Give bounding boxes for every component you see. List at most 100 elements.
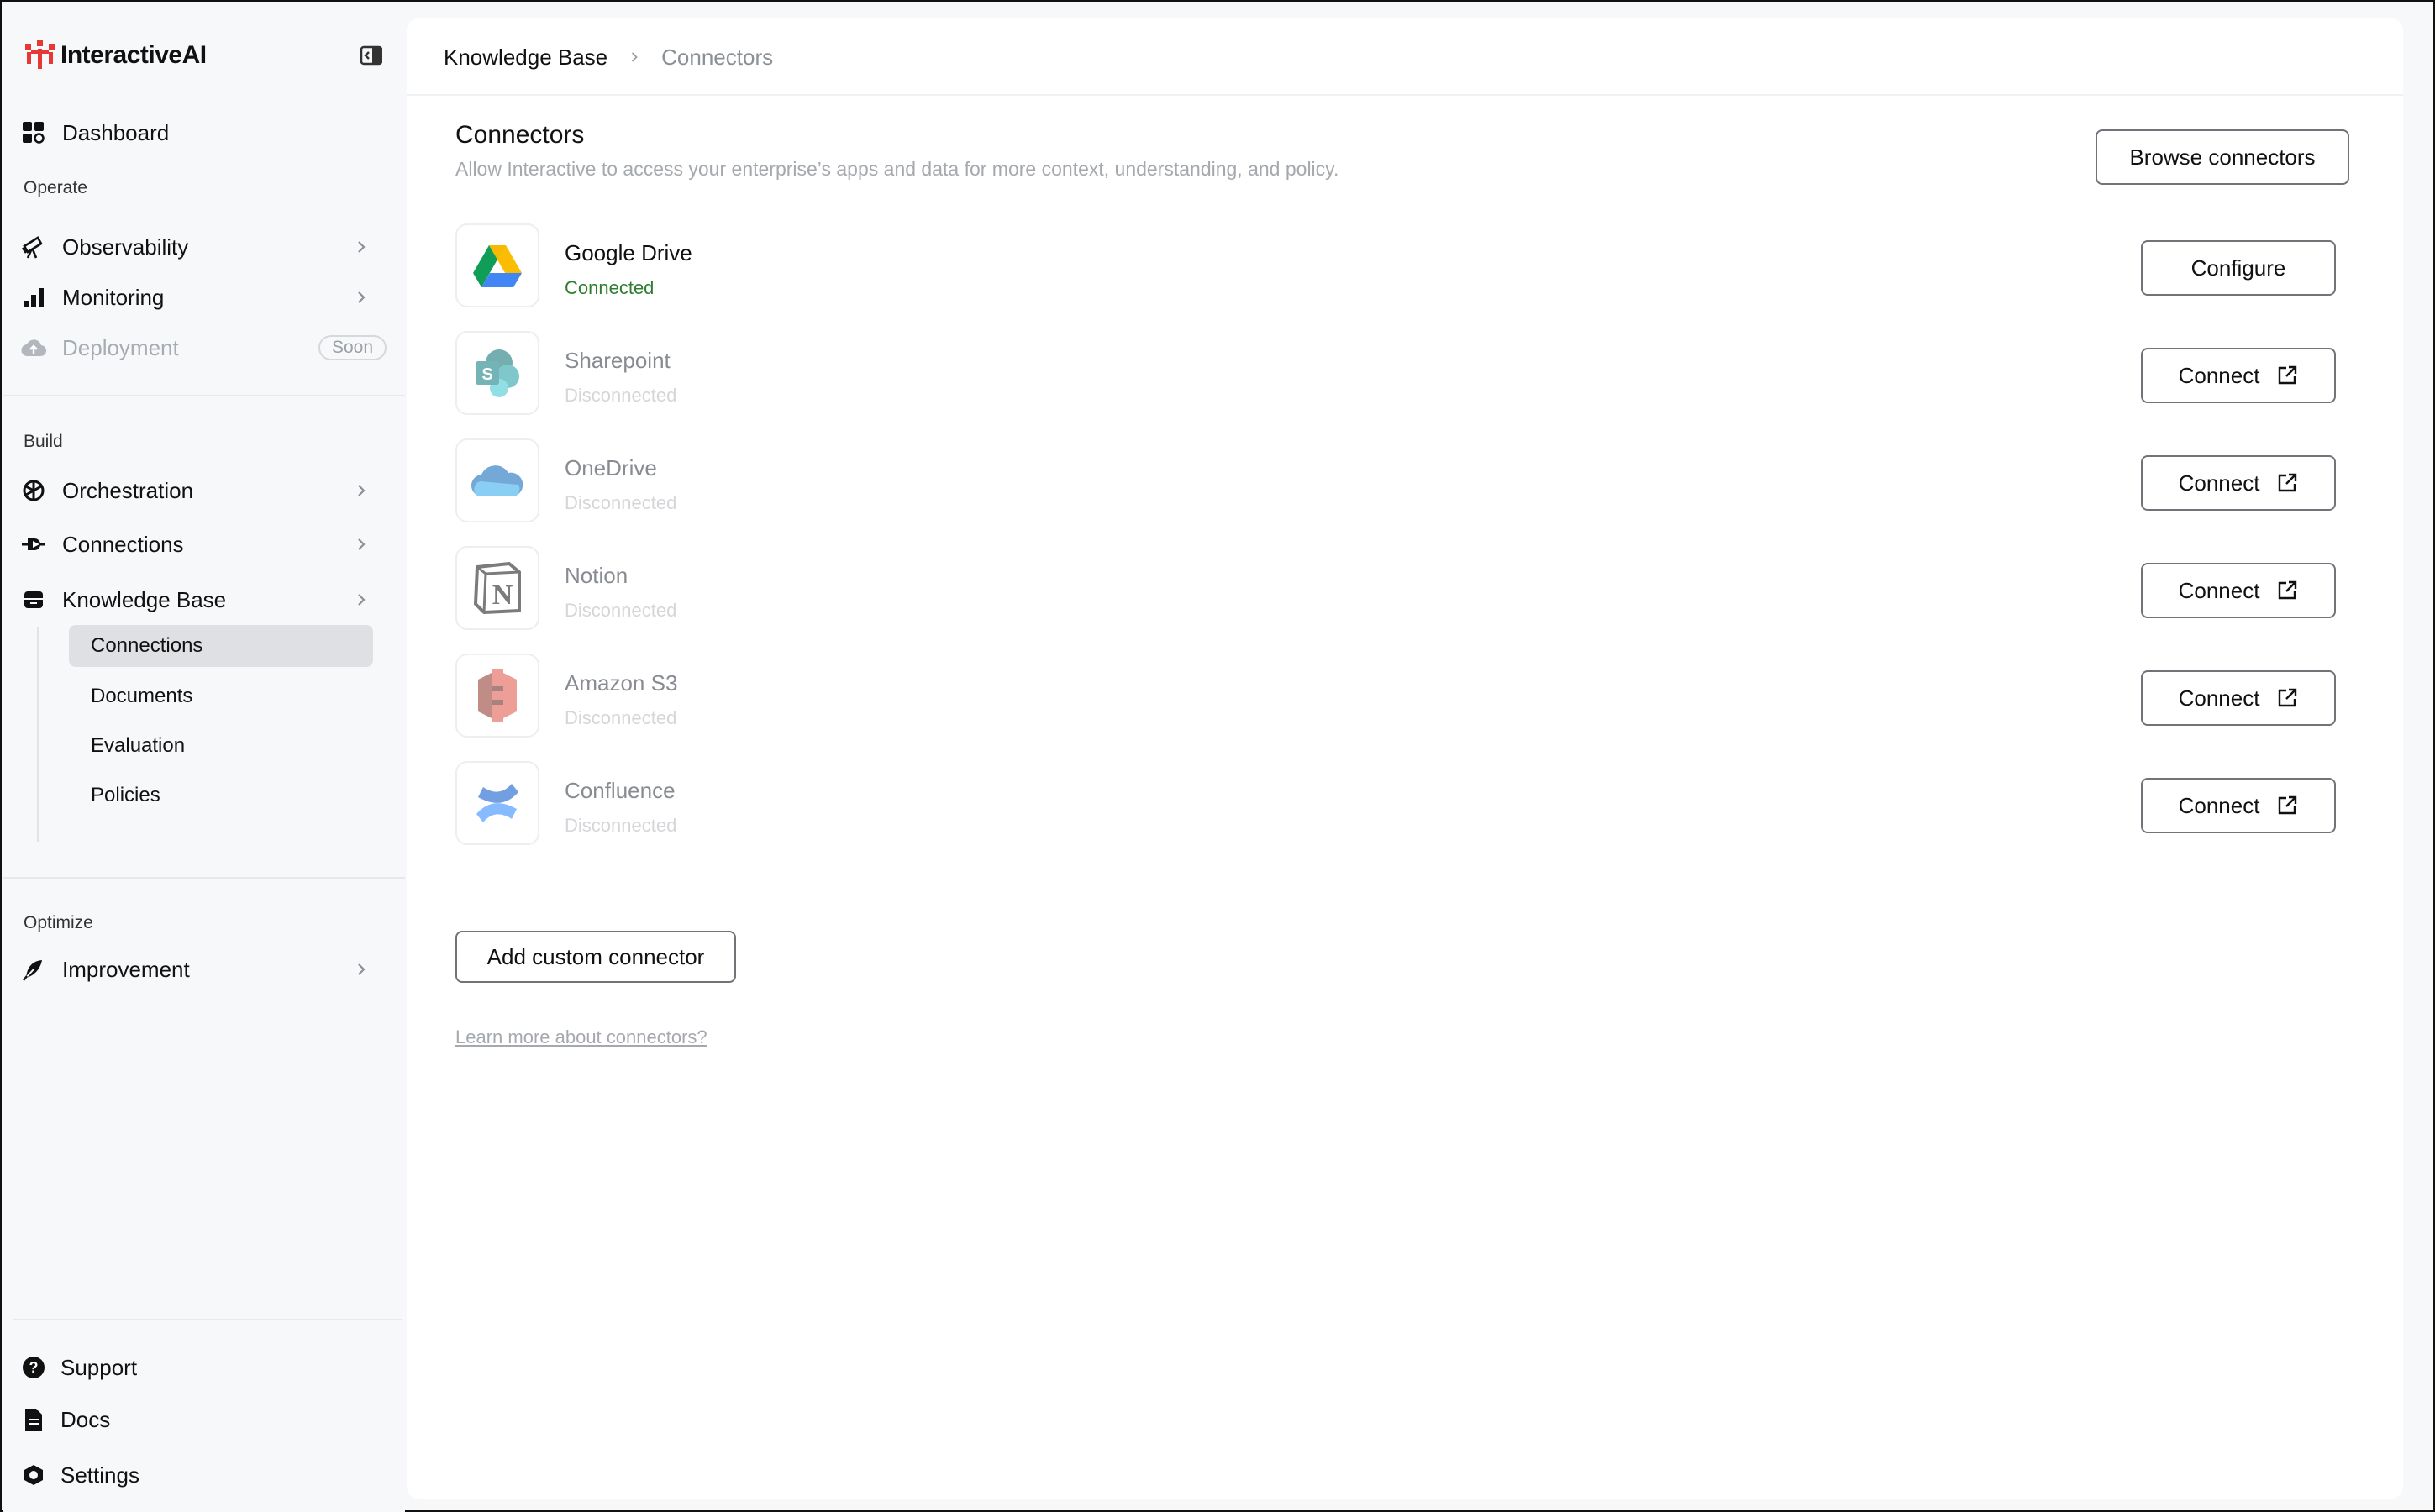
sidebar-item-knowledge-base[interactable]: Knowledge Base — [20, 580, 388, 620]
soon-badge: Soon — [318, 335, 387, 360]
sidebar-item-orchestration[interactable]: Orchestration — [20, 470, 388, 511]
chevron-right-icon — [358, 594, 366, 606]
chevron-right-icon — [358, 485, 366, 496]
learn-more-link[interactable]: Learn more about connectors? — [455, 1026, 707, 1048]
sidebar-subitem-policies[interactable]: Policies — [69, 774, 373, 816]
connector-name: Notion — [565, 563, 628, 588]
sidebar-item-label: Monitoring — [62, 284, 165, 310]
external-link-icon — [2279, 580, 2297, 600]
google-drive-icon — [455, 223, 539, 307]
sidebar-subitem-evaluation[interactable]: Evaluation — [69, 725, 373, 767]
sidebar-item-support[interactable]: ? Support — [20, 1347, 388, 1388]
connector-row-notion: N Notion Disconnected Connect — [455, 546, 2338, 632]
bar-chart-icon — [20, 284, 47, 311]
connect-button[interactable]: Connect — [2141, 348, 2336, 403]
feather-icon — [20, 956, 47, 983]
dashboard-grid-icon — [20, 119, 47, 146]
sidebar-item-settings[interactable]: Settings — [20, 1455, 388, 1495]
page-title: Connectors — [455, 121, 585, 149]
connector-row-amazon-s3: Amazon S3 Disconnected Connect — [455, 654, 2338, 739]
sidebar-divider — [3, 395, 405, 396]
chevron-right-icon — [358, 963, 366, 975]
help-circle-icon: ? — [20, 1354, 47, 1381]
chevron-right-icon — [358, 241, 366, 253]
submenu-rail — [37, 627, 39, 842]
connect-button[interactable]: Connect — [2141, 455, 2336, 511]
button-label: Connect — [2178, 792, 2260, 818]
confluence-icon — [455, 761, 539, 845]
connector-name: OneDrive — [565, 455, 657, 480]
svg-text:S: S — [481, 365, 492, 384]
sidebar-item-label: Deployment — [62, 334, 179, 360]
connect-button[interactable]: Connect — [2141, 778, 2336, 833]
sidebar-item-label: Knowledge Base — [62, 586, 227, 612]
chevron-right-icon — [358, 291, 366, 303]
external-link-icon — [2279, 688, 2297, 707]
notion-icon: N — [455, 546, 539, 630]
sidebar-item-label: Orchestration — [62, 477, 194, 503]
connector-name: Amazon S3 — [565, 670, 678, 696]
sidebar-item-connections[interactable]: Connections — [20, 524, 388, 564]
sidebar-item-deployment: Deployment Soon — [20, 328, 388, 368]
button-label: Connect — [2178, 577, 2260, 603]
sidebar-item-label: Dashboard — [62, 119, 170, 145]
add-custom-connector-button[interactable]: Add custom connector — [455, 931, 736, 983]
main-panel: Knowledge Base Connectors Connectors All… — [407, 18, 2403, 1499]
brand: InteractiveAI — [24, 35, 385, 76]
database-archive-icon — [20, 586, 47, 613]
external-link-icon — [2279, 795, 2297, 815]
sharepoint-icon: S — [455, 331, 539, 415]
sidebar-subitem-documents[interactable]: Documents — [69, 675, 373, 717]
app-window: InteractiveAI Dashboard Operate Observab… — [0, 0, 2435, 1512]
external-link-icon — [2279, 473, 2297, 492]
breadcrumb-current: Connectors — [661, 44, 774, 70]
connector-row-confluence: Confluence Disconnected Connect — [455, 761, 2338, 847]
connector-row-google-drive: Google Drive Connected Configure — [455, 223, 2338, 309]
sidebar-item-label: Observability — [62, 234, 189, 260]
connector-name: Confluence — [565, 778, 676, 803]
sidebar-item-label: Improvement — [62, 956, 190, 982]
breadcrumb-knowledge-base[interactable]: Knowledge Base — [444, 45, 607, 71]
page-subtitle: Allow Interactive to access your enterpr… — [455, 158, 1339, 180]
connector-status: Connected — [565, 277, 655, 298]
connector-name: Google Drive — [565, 240, 692, 265]
app-name: InteractiveAI — [60, 41, 207, 69]
sidebar-subitem-connections[interactable]: Connections — [69, 625, 373, 667]
sidebar-item-label: Support — [60, 1354, 138, 1380]
button-label: Connect — [2178, 685, 2260, 711]
interactiveai-logo-icon — [24, 39, 57, 72]
chevron-right-icon — [626, 49, 643, 66]
button-label: Configure — [2190, 255, 2286, 281]
svg-text:N: N — [492, 580, 513, 611]
connect-button[interactable]: Connect — [2141, 670, 2336, 726]
collapse-sidebar-icon[interactable] — [358, 42, 385, 69]
connector-status: Disconnected — [565, 492, 677, 513]
connector-status: Disconnected — [565, 385, 677, 406]
svg-text:?: ? — [29, 1359, 39, 1376]
browse-connectors-button[interactable]: Browse connectors — [2096, 129, 2349, 185]
connector-status: Disconnected — [565, 600, 677, 621]
sidebar-item-label: Docs — [60, 1406, 111, 1432]
connector-row-onedrive: OneDrive Disconnected Connect — [455, 438, 2338, 524]
sidebar-item-docs[interactable]: Docs — [20, 1399, 388, 1440]
sidebar-item-improvement[interactable]: Improvement — [20, 949, 388, 990]
onedrive-icon — [455, 438, 539, 522]
sidebar-item-label: Settings — [60, 1462, 139, 1488]
connect-button[interactable]: Connect — [2141, 563, 2336, 618]
plug-connection-icon — [20, 531, 47, 558]
sidebar-item-dashboard[interactable]: Dashboard — [20, 113, 388, 153]
configure-button[interactable]: Configure — [2141, 240, 2336, 296]
sidebar-item-observability[interactable]: Observability — [20, 227, 388, 267]
chevron-right-icon — [358, 538, 366, 550]
orchestration-brain-icon — [20, 477, 47, 504]
sidebar-item-monitoring[interactable]: Monitoring — [20, 277, 388, 318]
connector-row-sharepoint: S Sharepoint Disconnected Connect — [455, 331, 2338, 417]
breadcrumb: Knowledge Base Connectors — [444, 35, 773, 79]
connector-status: Disconnected — [565, 707, 677, 728]
telescope-icon — [20, 234, 47, 260]
section-label-build: Build — [24, 432, 63, 451]
cloud-upload-icon — [20, 334, 47, 361]
sidebar-divider — [3, 877, 405, 879]
section-label-operate: Operate — [24, 178, 87, 197]
gear-hexagon-icon — [20, 1462, 47, 1488]
